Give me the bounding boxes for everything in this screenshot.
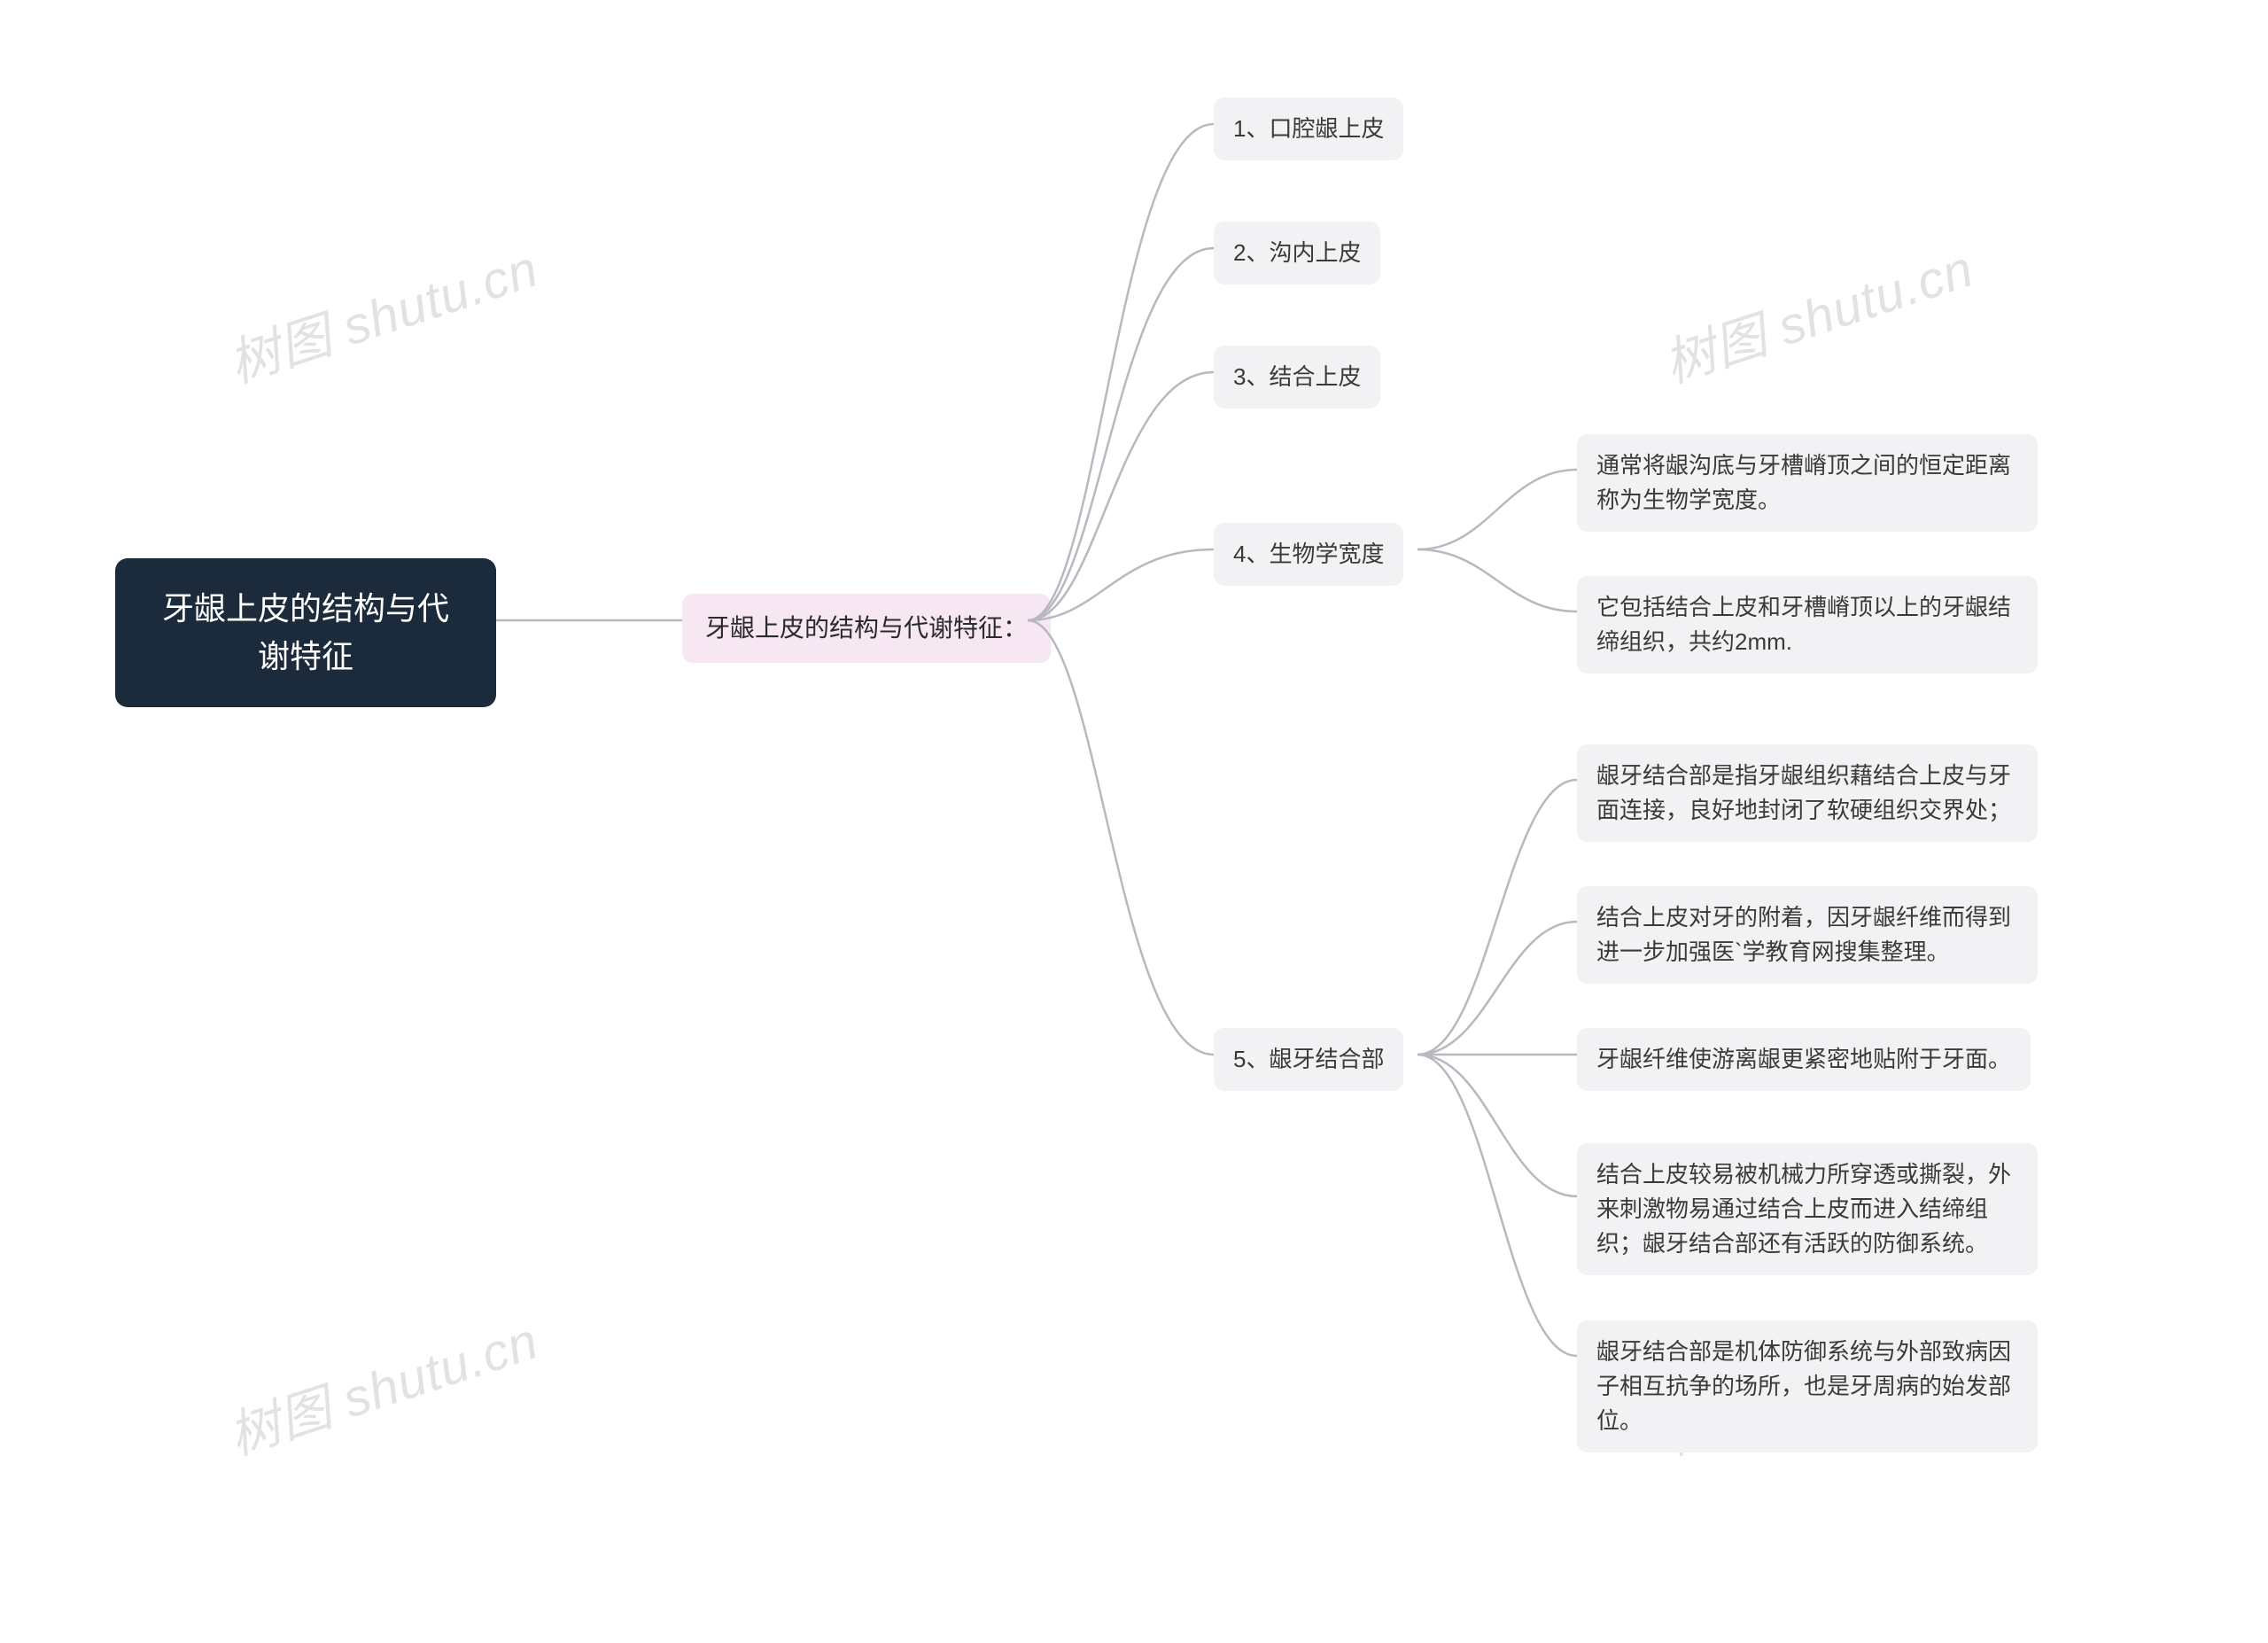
junction-detail-3[interactable]: 牙龈纤维使游离龈更紧密地贴附于牙面。 (1577, 1028, 2031, 1091)
sub-node[interactable]: 牙龈上皮的结构与代谢特征： (682, 594, 1051, 663)
item-1[interactable]: 1、口腔龈上皮 (1214, 97, 1403, 160)
item-5[interactable]: 5、龈牙结合部 (1214, 1028, 1403, 1091)
junction-detail-5[interactable]: 龈牙结合部是机体防御系统与外部致病因子相互抗争的场所，也是牙周病的始发部位。 (1577, 1320, 2038, 1452)
item-3[interactable]: 3、结合上皮 (1214, 346, 1380, 409)
biowidth-detail-2[interactable]: 它包括结合上皮和牙槽嵴顶以上的牙龈结缔组织，共约2mm. (1577, 576, 2038, 674)
watermark: 树图 shutu.cn (218, 227, 547, 397)
item-3-label: 3、结合上皮 (1233, 360, 1361, 394)
watermark: 树图 shutu.cn (218, 1299, 547, 1469)
item-5-label: 5、龈牙结合部 (1233, 1042, 1384, 1077)
biowidth-detail-1-label: 通常将龈沟底与牙槽嵴顶之间的恒定距离称为生物学宽度。 (1596, 448, 2018, 518)
mindmap-canvas: 树图 shutu.cn 树图 shutu.cn 树图 shutu.cn 树图 s… (0, 0, 2268, 1643)
junction-detail-1[interactable]: 龈牙结合部是指牙龈组织藉结合上皮与牙面连接，良好地封闭了软硬组织交界处； (1577, 744, 2038, 842)
junction-detail-3-label: 牙龈纤维使游离龈更紧密地贴附于牙面。 (1596, 1042, 2011, 1077)
item-1-label: 1、口腔龈上皮 (1233, 112, 1384, 146)
junction-detail-1-label: 龈牙结合部是指牙龈组织藉结合上皮与牙面连接，良好地封闭了软硬组织交界处； (1596, 759, 2018, 828)
biowidth-detail-2-label: 它包括结合上皮和牙槽嵴顶以上的牙龈结缔组织，共约2mm. (1596, 590, 2018, 659)
junction-detail-2[interactable]: 结合上皮对牙的附着，因牙龈纤维而得到进一步加强医`学教育网搜集整理。 (1577, 886, 2038, 984)
root-node-label: 牙龈上皮的结构与代谢特征 (149, 585, 462, 681)
item-2-label: 2、沟内上皮 (1233, 236, 1361, 270)
junction-detail-5-label: 龈牙结合部是机体防御系统与外部致病因子相互抗争的场所，也是牙周病的始发部位。 (1596, 1335, 2018, 1438)
item-4-label: 4、生物学宽度 (1233, 537, 1384, 572)
junction-detail-4-label: 结合上皮较易被机械力所穿透或撕裂，外来刺激物易通过结合上皮而进入结缔组织；龈牙结… (1596, 1157, 2018, 1261)
sub-node-label: 牙龈上皮的结构与代谢特征： (705, 610, 1028, 647)
biowidth-detail-1[interactable]: 通常将龈沟底与牙槽嵴顶之间的恒定距离称为生物学宽度。 (1577, 434, 2038, 532)
junction-detail-2-label: 结合上皮对牙的附着，因牙龈纤维而得到进一步加强医`学教育网搜集整理。 (1596, 900, 2018, 969)
item-4[interactable]: 4、生物学宽度 (1214, 523, 1403, 586)
junction-detail-4[interactable]: 结合上皮较易被机械力所穿透或撕裂，外来刺激物易通过结合上皮而进入结缔组织；龈牙结… (1577, 1143, 2038, 1275)
watermark: 树图 shutu.cn (1653, 227, 1982, 397)
item-2[interactable]: 2、沟内上皮 (1214, 222, 1380, 284)
root-node[interactable]: 牙龈上皮的结构与代谢特征 (115, 558, 496, 707)
